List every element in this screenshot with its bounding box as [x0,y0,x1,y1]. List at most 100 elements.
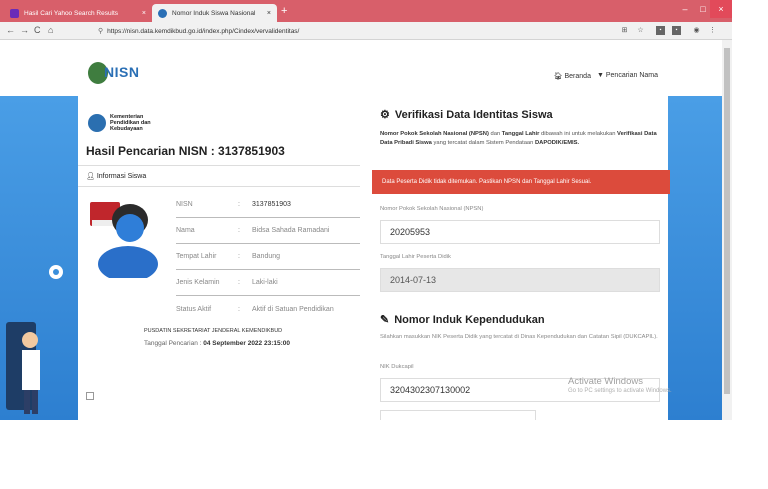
top-menu: 🏠︎ Beranda ▼ Pencarian Nama [554,72,658,80]
desc-text: dan [488,131,502,137]
dob-label: Tanggal Lahir Peserta Didik [380,254,451,260]
section-header: 👤︎ Informasi Siswa [78,165,360,187]
page: NISN 🏠︎ Beranda ▼ Pencarian Nama Kemente… [0,40,722,420]
desc-bold: DAPODIK/EMIS. [535,140,580,146]
url-field[interactable]: ⚲ https://nisn.data.kemdikbud.go.id/inde… [98,24,618,38]
desc-bold: Tanggal Lahir [501,131,540,137]
url-text: https://nisn.data.kemdikbud.go.id/index.… [107,27,300,35]
table-row: Tempat Lahir : Bandung [176,244,360,270]
nik-label: NIK Dukcapil [380,364,414,370]
footer-date: Tanggal Pencarian : 04 September 2022 23… [144,340,290,347]
field-value: Laki-laki [252,279,278,286]
broken-image-icon [86,392,94,400]
screen: Hasil Cari Yahoo Search Results × Nomor … [0,0,732,420]
tab-label: Hasil Cari Yahoo Search Results [24,9,119,17]
ministry-line: Kebudayaan [110,126,143,132]
nik-description: Silahkan masukkan NIK Peserta Didik yang… [380,334,658,340]
bookmark-star-icon[interactable]: ☆ [636,26,645,35]
back-icon[interactable]: ← [6,25,15,35]
nav-pencarian-nama[interactable]: ▼ Pencarian Nama [597,72,658,80]
nik-title: Nomor Induk Kependudukan [394,313,545,326]
error-alert: Data Peserta Didik tidak ditemukan. Past… [372,170,670,194]
forward-icon[interactable]: → [20,25,29,35]
watermark-title: Activate Windows [568,376,643,387]
edit-icon: ✎ [380,314,390,326]
reload-icon[interactable]: C [34,25,41,35]
field-sep: : [238,253,240,260]
nav-beranda[interactable]: 🏠︎ Beranda [554,72,591,80]
field-key: Tempat Lahir [176,253,217,260]
right-decoration [668,96,722,420]
home-icon[interactable]: ⌂ [48,25,53,35]
table-row: NISN : 3137851903 [176,192,360,218]
close-tab-icon[interactable]: × [267,10,271,17]
field-value: Bandung [252,253,281,260]
npsn-label: Nomor Pokok Sekolah Nasional (NPSN) [380,206,484,212]
illustration-icon [6,265,63,414]
desc-text: yang tercatat dalam Sistem Pendataan [431,140,535,146]
verify-description: Nomor Pokok Sekolah Nasional (NPSN) dan … [380,130,660,148]
top-nav: NISN 🏠︎ Beranda ▼ Pencarian Nama [0,40,722,96]
section-label: Informasi Siswa [96,172,147,180]
field-sep: : [238,305,240,313]
close-window-button[interactable]: × [710,0,732,18]
verification-form: ⚙ Verifikasi Data Identitas Siswa Nomor … [372,96,672,420]
field-key: Nama [176,227,195,234]
field-key: Jenis Kelamin [176,279,220,286]
profile-icon[interactable]: ◉ [692,26,701,35]
dob-input[interactable]: 2014-07-13 [380,268,660,292]
footer-date-value: 04 September 2022 23:15:00 [203,340,290,347]
tab-nisn[interactable]: Nomor Induk Siswa Nasional × [152,4,277,22]
footer-org: PUSDATIN SEKRETARIAT JENDERAL KEMENDIKBU… [144,328,283,334]
desc-text: dibawah ini untuk melakukan [539,131,618,137]
new-tab-button[interactable]: + [281,5,287,17]
npsn-input[interactable]: 20205953 [380,220,660,244]
nisn-logo[interactable]: NISN [88,62,146,86]
yahoo-favicon-icon [10,8,19,18]
footer-date-label: Tanggal Pencarian : [144,340,204,347]
scrollbar-thumb[interactable] [724,48,730,394]
extension-icon[interactable]: ▪ [672,26,681,35]
watermark-subtitle: Go to PC settings to activate Windows. [568,388,672,394]
scrollbar[interactable] [722,40,732,420]
field-key: NISN [176,201,193,208]
nik-heading: ✎ Nomor Induk Kependudukan [380,313,545,327]
minimize-button[interactable]: – [676,0,694,18]
field-value: Aktif di Satuan Pendidikan [252,305,334,313]
menu-icon[interactable]: ⋮ [708,26,717,35]
field-sep: : [238,279,240,286]
field-value: Bidsa Sahada Ramadani [252,227,330,234]
ministry-seal-icon [88,114,106,132]
captcha-box[interactable] [380,410,536,420]
table-row: Status Aktif : Aktif di Satuan Pendidika… [176,296,360,322]
ministry-logo: Kementerian Pendidikan dan Kebudayaan [88,114,178,144]
translate-icon[interactable]: ⊞ [620,26,629,35]
verify-heading: ⚙ Verifikasi Data Identitas Siswa [380,108,553,122]
student-info-table: NISN : 3137851903 Nama : Bidsa Sahada Ra… [176,192,360,322]
user-icon: 👤︎ [86,173,97,180]
field-sep: : [238,201,240,208]
tab-label: Nomor Induk Siswa Nasional [172,9,256,17]
left-decoration [0,96,78,420]
tab-bar: Hasil Cari Yahoo Search Results × Nomor … [0,0,732,22]
filter-icon: ▼ [596,72,604,79]
home-icon: 🏠︎ [553,73,563,80]
extension-icon[interactable]: ▪ [656,26,665,35]
nav-label: Pencarian Nama [605,72,658,79]
field-sep: : [238,227,240,234]
address-bar: ← → C ⌂ ⚲ https://nisn.data.kemdikbud.go… [0,22,732,40]
content: Kementerian Pendidikan dan Kebudayaan Ha… [78,96,672,420]
field-value: 3137851903 [252,201,291,208]
result-title: Hasil Pencarian NISN : 3137851903 [86,144,285,158]
nav-label: Beranda [564,73,591,80]
close-tab-icon[interactable]: × [142,10,146,17]
table-row: Nama : Bidsa Sahada Ramadani [176,218,360,244]
search-icon: ⚲ [98,28,104,35]
logo-text: NISN [104,64,140,80]
field-key: Status Aktif [176,305,212,313]
desc-bold: Nomor Pokok Sekolah Nasional (NPSN) [380,131,489,137]
tab-yahoo[interactable]: Hasil Cari Yahoo Search Results × [4,4,152,22]
student-avatar-icon [90,202,158,278]
gear-icon: ⚙ [380,109,390,121]
nisn-favicon-icon [158,8,167,18]
